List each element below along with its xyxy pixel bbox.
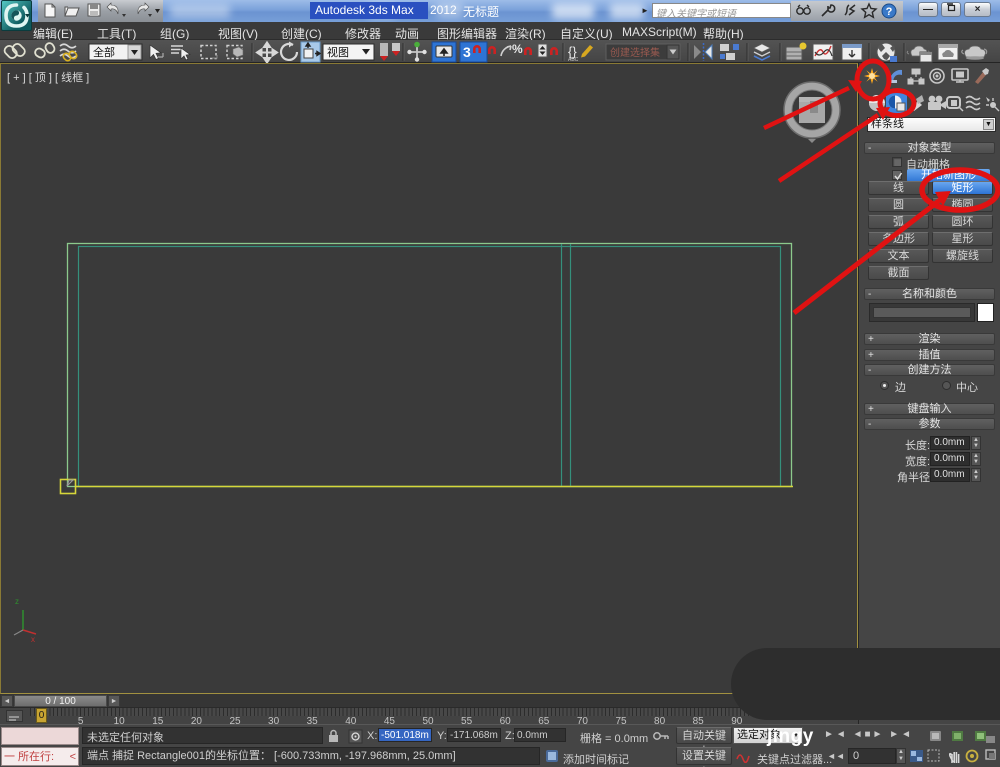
svg-text:x: x xyxy=(31,635,35,644)
svg-text:视图: 视图 xyxy=(327,45,349,59)
svg-text:z: z xyxy=(15,597,19,606)
svg-text:创建选择集: 创建选择集 xyxy=(610,46,660,59)
svg-text:3: 3 xyxy=(463,44,471,60)
svg-text:?: ? xyxy=(886,6,893,18)
svg-text:全部: 全部 xyxy=(93,45,115,59)
svg-text:%: % xyxy=(512,42,523,56)
